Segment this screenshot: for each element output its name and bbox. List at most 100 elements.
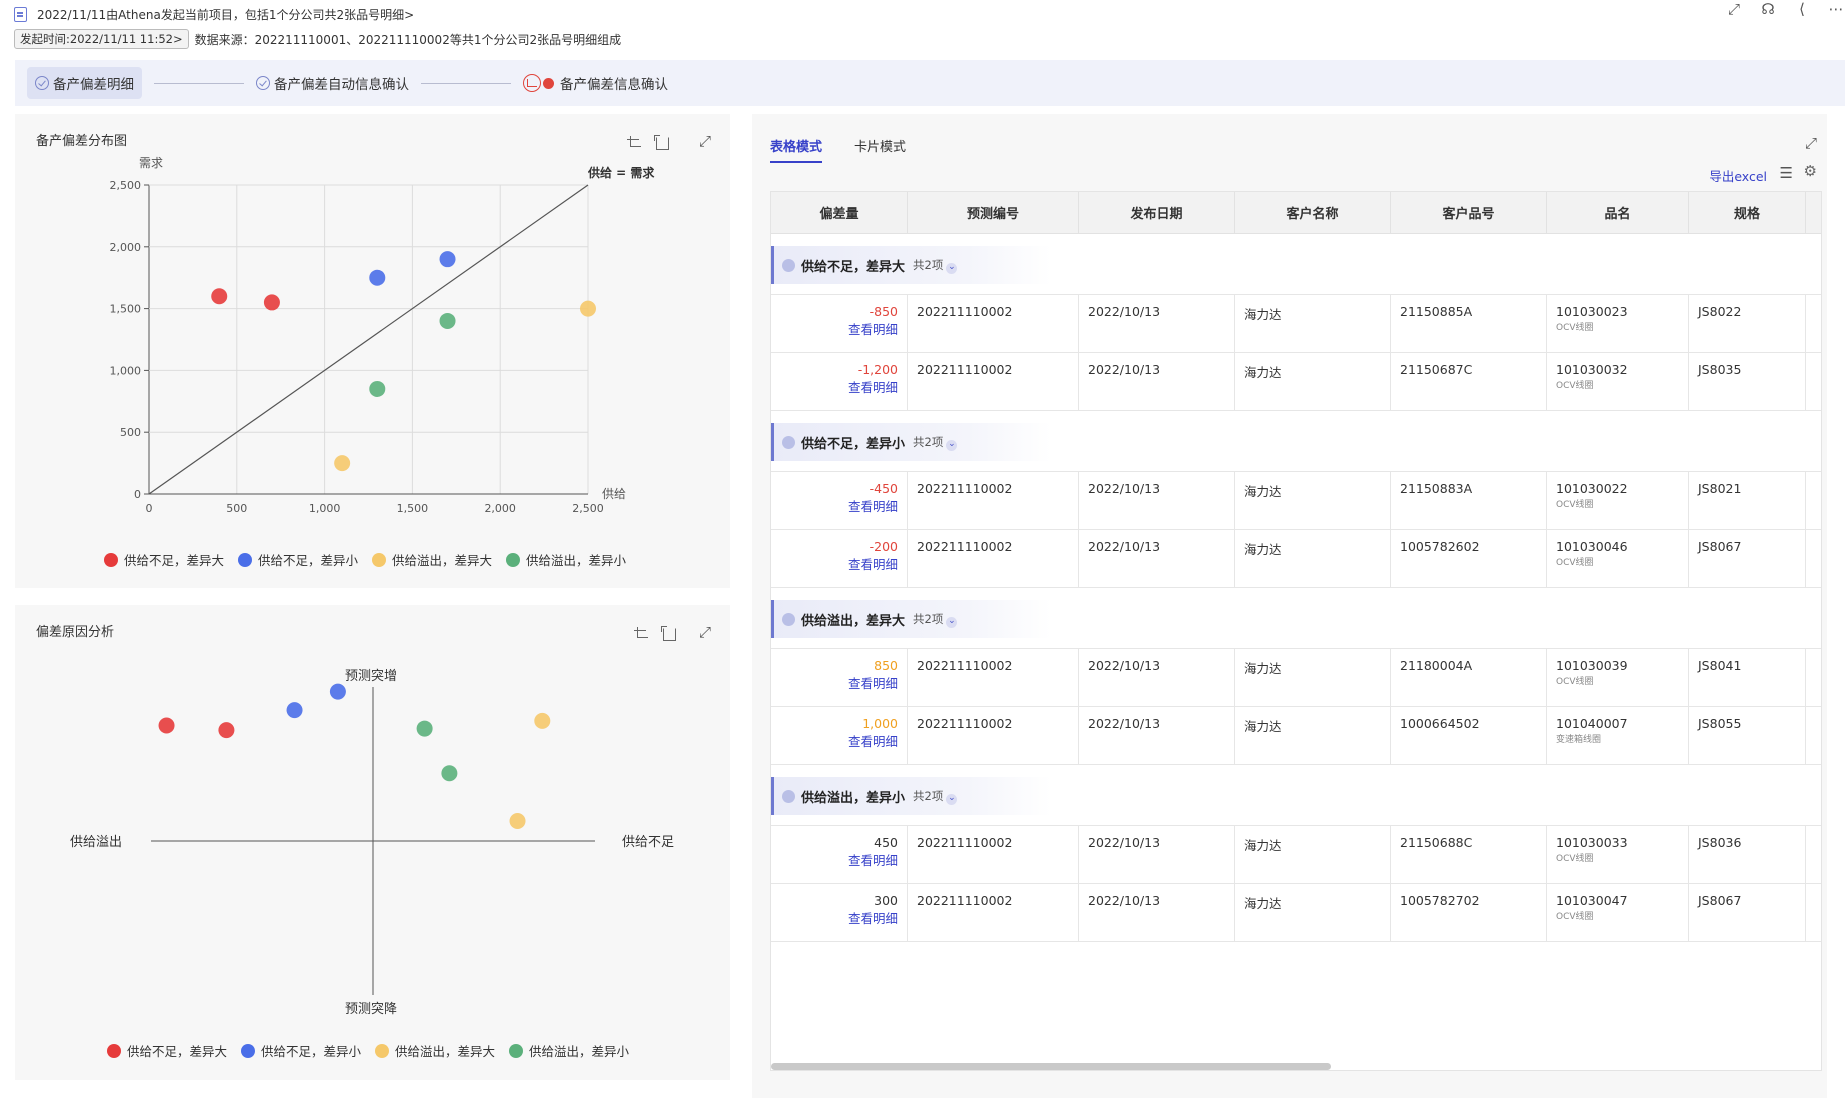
customer-name-cell: 海力达 xyxy=(1235,530,1391,587)
group-header[interactable]: 供给不足，差异小 共2项 xyxy=(771,423,1051,461)
horizontal-scrollbar[interactable] xyxy=(771,1063,1331,1070)
customer-part-cell: 1000664502 xyxy=(1391,707,1547,764)
column-header[interactable]: 客户品号 xyxy=(1391,192,1547,233)
deviation-cell: -850 查看明细 xyxy=(771,295,908,352)
column-header[interactable]: 客户名称 xyxy=(1235,192,1391,233)
deviation-value: -1,200 xyxy=(857,362,898,377)
fullscreen-icon[interactable]: ⤢ xyxy=(1725,0,1743,18)
view-detail-link[interactable]: 查看明细 xyxy=(780,319,898,338)
legend-item[interactable]: 供给不足，差异小 xyxy=(241,1041,361,1060)
quadrant-point xyxy=(158,717,175,734)
step-2[interactable]: 备产偏差自动信息确认 xyxy=(256,73,409,93)
x-tick-label: 1,000 xyxy=(309,502,341,515)
share-icon[interactable]: ⟨ xyxy=(1793,0,1811,18)
legend-item[interactable]: 供给不足，差异大 xyxy=(104,550,224,569)
customer-name-cell: 海力达 xyxy=(1235,826,1391,883)
view-detail-link[interactable]: 查看明细 xyxy=(780,731,898,750)
table-row: -200 查看明细 202211110002 2022/10/13 海力达 1005782… xyxy=(771,530,1821,588)
table-body: 供给不足，差异大共2项-850查看明细2022111100022022/10/1… xyxy=(771,234,1821,942)
part-description: OCV线圈 xyxy=(1556,854,1594,864)
x-axis-label: 供给 xyxy=(602,487,626,501)
group-count-toggle[interactable]: 共2项 xyxy=(913,434,957,451)
expand-icon[interactable]: ⤢ xyxy=(1805,134,1817,152)
legend-dot xyxy=(107,1043,121,1058)
y-tick-label: 1,500 xyxy=(110,303,142,316)
customer-name-cell: 海力达 xyxy=(1235,884,1391,941)
scatter-point xyxy=(263,294,280,311)
data-table: 偏差量预测编号发布日期客户名称客户品号品名规格 供给不足，差异大共2项 -850查… xyxy=(770,191,1822,1071)
customer-part-cell: 21150688C xyxy=(1391,826,1547,883)
start-time-chip[interactable]: 发起时间:2022/11/11 11:52> xyxy=(14,29,189,49)
clock-dot-icon xyxy=(543,77,554,89)
scatter-point xyxy=(439,251,456,268)
legend-dot xyxy=(238,552,253,567)
group-count-toggle[interactable]: 共2项 xyxy=(913,257,957,274)
part-number: 101030046 xyxy=(1556,539,1628,554)
deviation-cell: 1,000 查看明细 xyxy=(771,707,908,764)
group-header[interactable]: 供给不足，差异大 共2项 xyxy=(771,246,1051,284)
legend-item[interactable]: 供给溢出，差异大 xyxy=(375,1041,495,1060)
tab-card-mode[interactable]: 卡片模式 xyxy=(854,136,906,163)
view-detail-link[interactable]: 查看明细 xyxy=(780,908,898,927)
step-connector xyxy=(421,82,511,84)
more-icon[interactable]: ⋯ xyxy=(1827,0,1845,18)
release-date-cell: 2022/10/13 xyxy=(1079,649,1235,706)
customer-part-cell: 1005782702 xyxy=(1391,884,1547,941)
scatter-ticks: 0 500 1,000 1,500 2,000 2,500 0 500 1,000 1,500 2,… xyxy=(110,179,604,515)
x-tick-label: 0 xyxy=(146,502,153,515)
project-summary[interactable]: 2022/11/11由Athena发起当前项目，包括1个分公司共2张品号明细> xyxy=(14,6,414,23)
part-description: OCV线圈 xyxy=(1556,381,1594,391)
table-row: 450 查看明细 202211110002 2022/10/13 海力达 21150688… xyxy=(771,826,1821,884)
check-circle-icon xyxy=(256,76,270,90)
legend-item[interactable]: 供给溢出，差异小 xyxy=(506,550,626,569)
group-title: 供给溢出，差异小 xyxy=(801,790,906,806)
data-source-text: 数据来源：202211110001、202211110002等共1个分公司2张品… xyxy=(194,32,622,47)
view-detail-link[interactable]: 查看明细 xyxy=(780,850,898,869)
tab-table-mode[interactable]: 表格模式 xyxy=(770,136,823,163)
view-detail-link[interactable]: 查看明细 xyxy=(780,673,898,692)
column-header[interactable]: 发布日期 xyxy=(1079,192,1235,233)
part-description: OCV线圈 xyxy=(1556,558,1594,568)
user-icon xyxy=(782,258,795,272)
table-header: 偏差量 预测编号 发布日期 客户名称 客户品号 品名 规格 xyxy=(771,192,1821,234)
column-header[interactable]: 品名 xyxy=(1547,192,1689,233)
step-1[interactable]: 备产偏差明细 xyxy=(27,67,142,99)
part-name-cell: 101030032 OCV线圈 xyxy=(1547,353,1689,410)
column-header[interactable]: 偏差量 xyxy=(771,192,908,233)
check-circle-icon xyxy=(35,76,49,90)
view-detail-link[interactable]: 查看明细 xyxy=(780,377,898,396)
group-header[interactable]: 供给溢出，差异小 共2项 xyxy=(771,777,1051,815)
legend-item[interactable]: 供给溢出，差异小 xyxy=(509,1041,629,1060)
deviation-value: 850 xyxy=(874,658,898,673)
x-tick-label: 1,500 xyxy=(397,502,429,515)
column-settings-icon[interactable]: ☰ xyxy=(1780,164,1793,182)
group-row: 供给溢出，差异大 共2项 xyxy=(771,588,1821,649)
legend-item[interactable]: 供给溢出，差异大 xyxy=(372,550,492,569)
view-detail-link[interactable]: 查看明细 xyxy=(780,554,898,573)
release-date-cell: 2022/10/13 xyxy=(1079,826,1235,883)
customer-part-cell: 21150883A xyxy=(1391,472,1547,529)
group-count-toggle[interactable]: 共2项 xyxy=(913,788,957,805)
column-header[interactable]: 规格 xyxy=(1689,192,1806,233)
part-name-cell: 101040007 变速箱线圈 xyxy=(1547,707,1689,764)
legend-item[interactable]: 供给不足，差异小 xyxy=(238,550,358,569)
gear-icon[interactable]: ⚙ xyxy=(1804,162,1817,180)
group-header[interactable]: 供给溢出，差异大 共2项 xyxy=(771,600,1051,638)
deviation-value: -200 xyxy=(869,539,898,554)
column-header[interactable]: 预测编号 xyxy=(908,192,1079,233)
legend-label: 供给溢出，差异大 xyxy=(395,1044,496,1059)
release-date-cell: 2022/10/13 xyxy=(1079,530,1235,587)
part-number: 101030039 xyxy=(1556,658,1628,673)
quadrant-points xyxy=(158,683,551,829)
deviation-cell: 450 查看明细 xyxy=(771,826,908,883)
y-tick-label: 0 xyxy=(134,488,141,501)
group-count-toggle[interactable]: 共2项 xyxy=(913,611,957,628)
top-header: 2022/11/11由Athena发起当前项目，包括1个分公司共2张品号明细> … xyxy=(0,0,1845,58)
headset-icon[interactable]: ☊ xyxy=(1759,0,1777,18)
reference-line-label: 供给 = 需求 xyxy=(587,165,655,180)
view-detail-link[interactable]: 查看明细 xyxy=(780,496,898,515)
legend-item[interactable]: 供给不足，差异大 xyxy=(107,1041,227,1060)
export-excel-link[interactable]: 导出excel xyxy=(1709,166,1767,185)
project-summary-text[interactable]: 2022/11/11由Athena发起当前项目，包括1个分公司共2张品号明细> xyxy=(37,6,414,23)
step-3[interactable]: 备产偏差信息确认 xyxy=(523,73,668,93)
